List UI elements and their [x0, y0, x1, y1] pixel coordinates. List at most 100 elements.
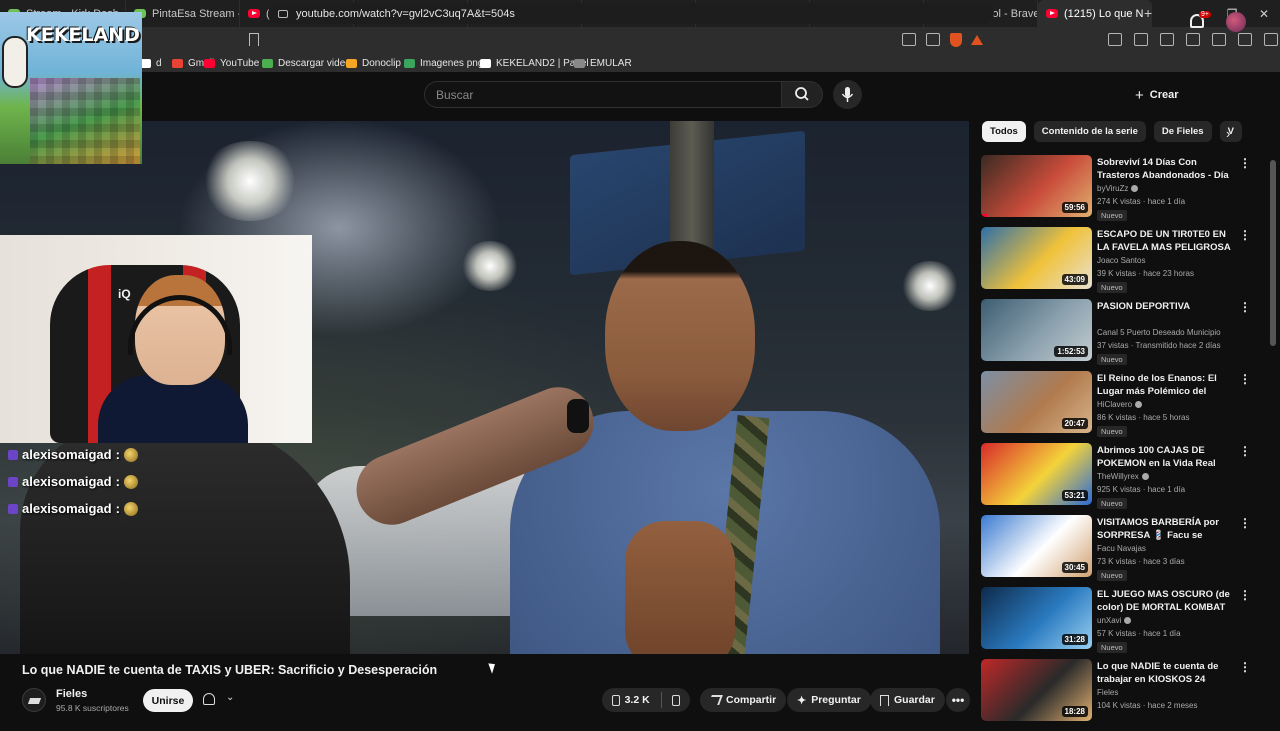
- extensions-icon[interactable]: [1108, 33, 1122, 46]
- recommended-video[interactable]: 20:47 El Reino de los Enanos: El Lugar má…: [981, 371, 1266, 443]
- video-title[interactable]: Lo que NADIE te cuenta de trabajar en KI…: [1097, 660, 1235, 687]
- subscription-bell-icon[interactable]: [203, 693, 215, 705]
- media-icon[interactable]: [1160, 33, 1174, 46]
- video-thumbnail[interactable]: 31:28: [981, 587, 1092, 649]
- create-button[interactable]: + Crear: [1125, 83, 1189, 107]
- channel-name[interactable]: Joaco Santos: [1097, 256, 1145, 265]
- filter-chip[interactable]: Todos: [982, 121, 1026, 142]
- kebab-menu-icon[interactable]: ⋮: [1239, 660, 1251, 674]
- like-dislike-group: 3.2 K: [602, 688, 690, 712]
- profile-icon[interactable]: [1212, 33, 1226, 46]
- bookmark-icon[interactable]: [249, 33, 259, 46]
- bookmark-item[interactable]: Imagenes png: [404, 54, 483, 72]
- video-title[interactable]: PASION DEPORTIVA: [1097, 300, 1235, 313]
- recommended-video[interactable]: 30:45 VISITAMOS BARBERÍA por SORPRESA 💈 F…: [981, 515, 1266, 587]
- recommended-video[interactable]: 43:09 ESCAPO DE UN TIR0TE0 EN LA FAVELA M…: [981, 227, 1266, 299]
- video-title[interactable]: ESCAPO DE UN TIR0TE0 EN LA FAVELA MAS PE…: [1097, 228, 1235, 255]
- thumbs-up-icon[interactable]: [612, 694, 620, 706]
- like-count[interactable]: 3.2 K: [625, 694, 650, 706]
- channel-name[interactable]: Fieles: [1097, 688, 1118, 697]
- channel-name[interactable]: Fieles: [56, 688, 87, 700]
- chevron-right-icon[interactable]: ›: [1226, 126, 1230, 141]
- install-app-icon[interactable]: [902, 33, 916, 46]
- new-badge: Nuevo: [1097, 570, 1127, 581]
- video-metadata: 37 vistas · Transmitido hace 2 días: [1097, 341, 1221, 350]
- tab-search-icon[interactable]: [1134, 33, 1148, 46]
- share-page-icon[interactable]: [926, 33, 940, 46]
- browser-tab[interactable]: PintaEsa Stream - Wat: [126, 0, 240, 27]
- bookmark-item[interactable]: KEKELAND2 | Panel: [480, 54, 589, 72]
- video-title[interactable]: Abrimos 100 CAJAS DE POKEMON en la Vida …: [1097, 444, 1235, 470]
- account-avatar[interactable]: [1226, 12, 1246, 32]
- url-field[interactable]: youtube.com/watch?v=gvl2vC3uq7A&t=504s: [268, 3, 994, 24]
- filter-chip[interactable]: De Fieles: [1153, 121, 1212, 142]
- save-button[interactable]: Guardar: [870, 688, 945, 712]
- video-thumbnail[interactable]: 53:21: [981, 443, 1092, 505]
- recommended-video[interactable]: 18:28 Lo que NADIE te cuenta de trabajar …: [981, 659, 1266, 731]
- bookmark-item[interactable]: YouTube: [204, 54, 259, 72]
- verified-badge-icon: [1124, 617, 1132, 625]
- kebab-menu-icon[interactable]: ⋮: [1239, 516, 1251, 530]
- video-title[interactable]: El Reino de los Enanos: El Lugar más Pol…: [1097, 372, 1235, 399]
- recommended-video[interactable]: 31:28 EL JUEGO MAS OSCURO (de color) DE M…: [981, 587, 1266, 659]
- kebab-menu-icon[interactable]: ⋮: [1239, 372, 1251, 386]
- create-label: Crear: [1149, 89, 1179, 101]
- vpn-icon[interactable]: [1264, 33, 1278, 46]
- video-title[interactable]: Sobreviví 14 Días Con Trasteros Abandona…: [1097, 156, 1235, 183]
- kebab-menu-icon[interactable]: ⋮: [1239, 444, 1251, 458]
- channel-name[interactable]: Facu Navajas: [1097, 544, 1146, 553]
- channel-avatar[interactable]: [22, 688, 46, 712]
- bookmark-item[interactable]: Descargar videos: [262, 54, 356, 72]
- video-title[interactable]: VISITAMOS BARBERÍA por SORPRESA 💈 Facu s…: [1097, 516, 1235, 543]
- video-thumbnail[interactable]: 1:52:53: [981, 299, 1092, 361]
- share-button[interactable]: Compartir: [700, 688, 787, 712]
- new-tab-button[interactable]: +: [1144, 5, 1152, 21]
- video-thumbnail[interactable]: 18:28: [981, 659, 1092, 721]
- brave-shield-icon[interactable]: [950, 33, 962, 47]
- video-thumbnail[interactable]: 43:09: [981, 227, 1092, 289]
- bookmark-favicon-icon: [262, 58, 273, 68]
- brave-rewards-icon[interactable]: [971, 35, 983, 45]
- search-input[interactable]: Buscar: [424, 81, 782, 108]
- more-actions-button[interactable]: •••: [946, 688, 970, 712]
- sidebar-scrollbar[interactable]: [1270, 160, 1276, 346]
- channel-name[interactable]: TheWillyrex: [1097, 472, 1149, 481]
- site-info-icon[interactable]: [278, 9, 288, 18]
- leo-icon[interactable]: [1238, 33, 1252, 46]
- thumbs-down-icon[interactable]: [672, 694, 680, 706]
- video-thumbnail[interactable]: 59:56: [981, 155, 1092, 217]
- kebab-menu-icon[interactable]: ⋮: [1239, 228, 1251, 242]
- join-button[interactable]: Unirse: [143, 689, 193, 712]
- bookmark-item[interactable]: d: [140, 54, 162, 72]
- voice-search-button[interactable]: [833, 80, 862, 109]
- recommended-video[interactable]: 1:52:53 PASION DEPORTIVA Canal 5 Puerto De…: [981, 299, 1266, 371]
- stream-logo-overlay: KEKELAND: [0, 12, 142, 164]
- kebab-menu-icon[interactable]: ⋮: [1239, 156, 1251, 170]
- recommended-video[interactable]: 59:56 Sobreviví 14 Días Con Trasteros Aba…: [981, 155, 1266, 227]
- channel-name[interactable]: Canal 5 Puerto Deseado Municipio: [1097, 328, 1221, 337]
- recommendations-list: 59:56 Sobreviví 14 Días Con Trasteros Aba…: [981, 155, 1266, 731]
- video-thumbnail[interactable]: 20:47: [981, 371, 1092, 433]
- bookmark-item[interactable]: Donoclip: [346, 54, 401, 72]
- filter-chip[interactable]: Contenido de la serie: [1033, 121, 1146, 142]
- browser-tab[interactable]: (1215) Lo que N✕: [1038, 0, 1152, 27]
- channel-label: Fieles: [1097, 688, 1119, 697]
- chat-username: alexisomaigad: [22, 447, 112, 462]
- search-button[interactable]: [781, 81, 823, 108]
- sidebar-icon[interactable]: [1186, 33, 1200, 46]
- recommended-video[interactable]: 53:21 Abrimos 100 CAJAS DE POKEMON en la …: [981, 443, 1266, 515]
- ask-button[interactable]: ✦ Preguntar: [787, 688, 871, 712]
- channel-label: HiClavero: [1097, 400, 1133, 409]
- channel-name[interactable]: byViruZz: [1097, 184, 1139, 193]
- video-thumbnail[interactable]: 30:45: [981, 515, 1092, 577]
- plus-icon: +: [1135, 86, 1144, 104]
- filter-chip[interactable]: V: [1219, 121, 1242, 142]
- chevron-down-icon[interactable]: ⌄: [226, 692, 234, 703]
- video-title[interactable]: EL JUEGO MAS OSCURO (de color) DE MORTAL…: [1097, 588, 1235, 614]
- close-window-button[interactable]: ✕: [1248, 7, 1280, 21]
- channel-name[interactable]: HiClavero: [1097, 400, 1143, 409]
- kebab-menu-icon[interactable]: ⋮: [1239, 588, 1251, 602]
- kebab-menu-icon[interactable]: ⋮: [1239, 300, 1251, 314]
- bookmark-item[interactable]: EMULAR: [574, 54, 632, 72]
- channel-name[interactable]: unXavi: [1097, 616, 1132, 625]
